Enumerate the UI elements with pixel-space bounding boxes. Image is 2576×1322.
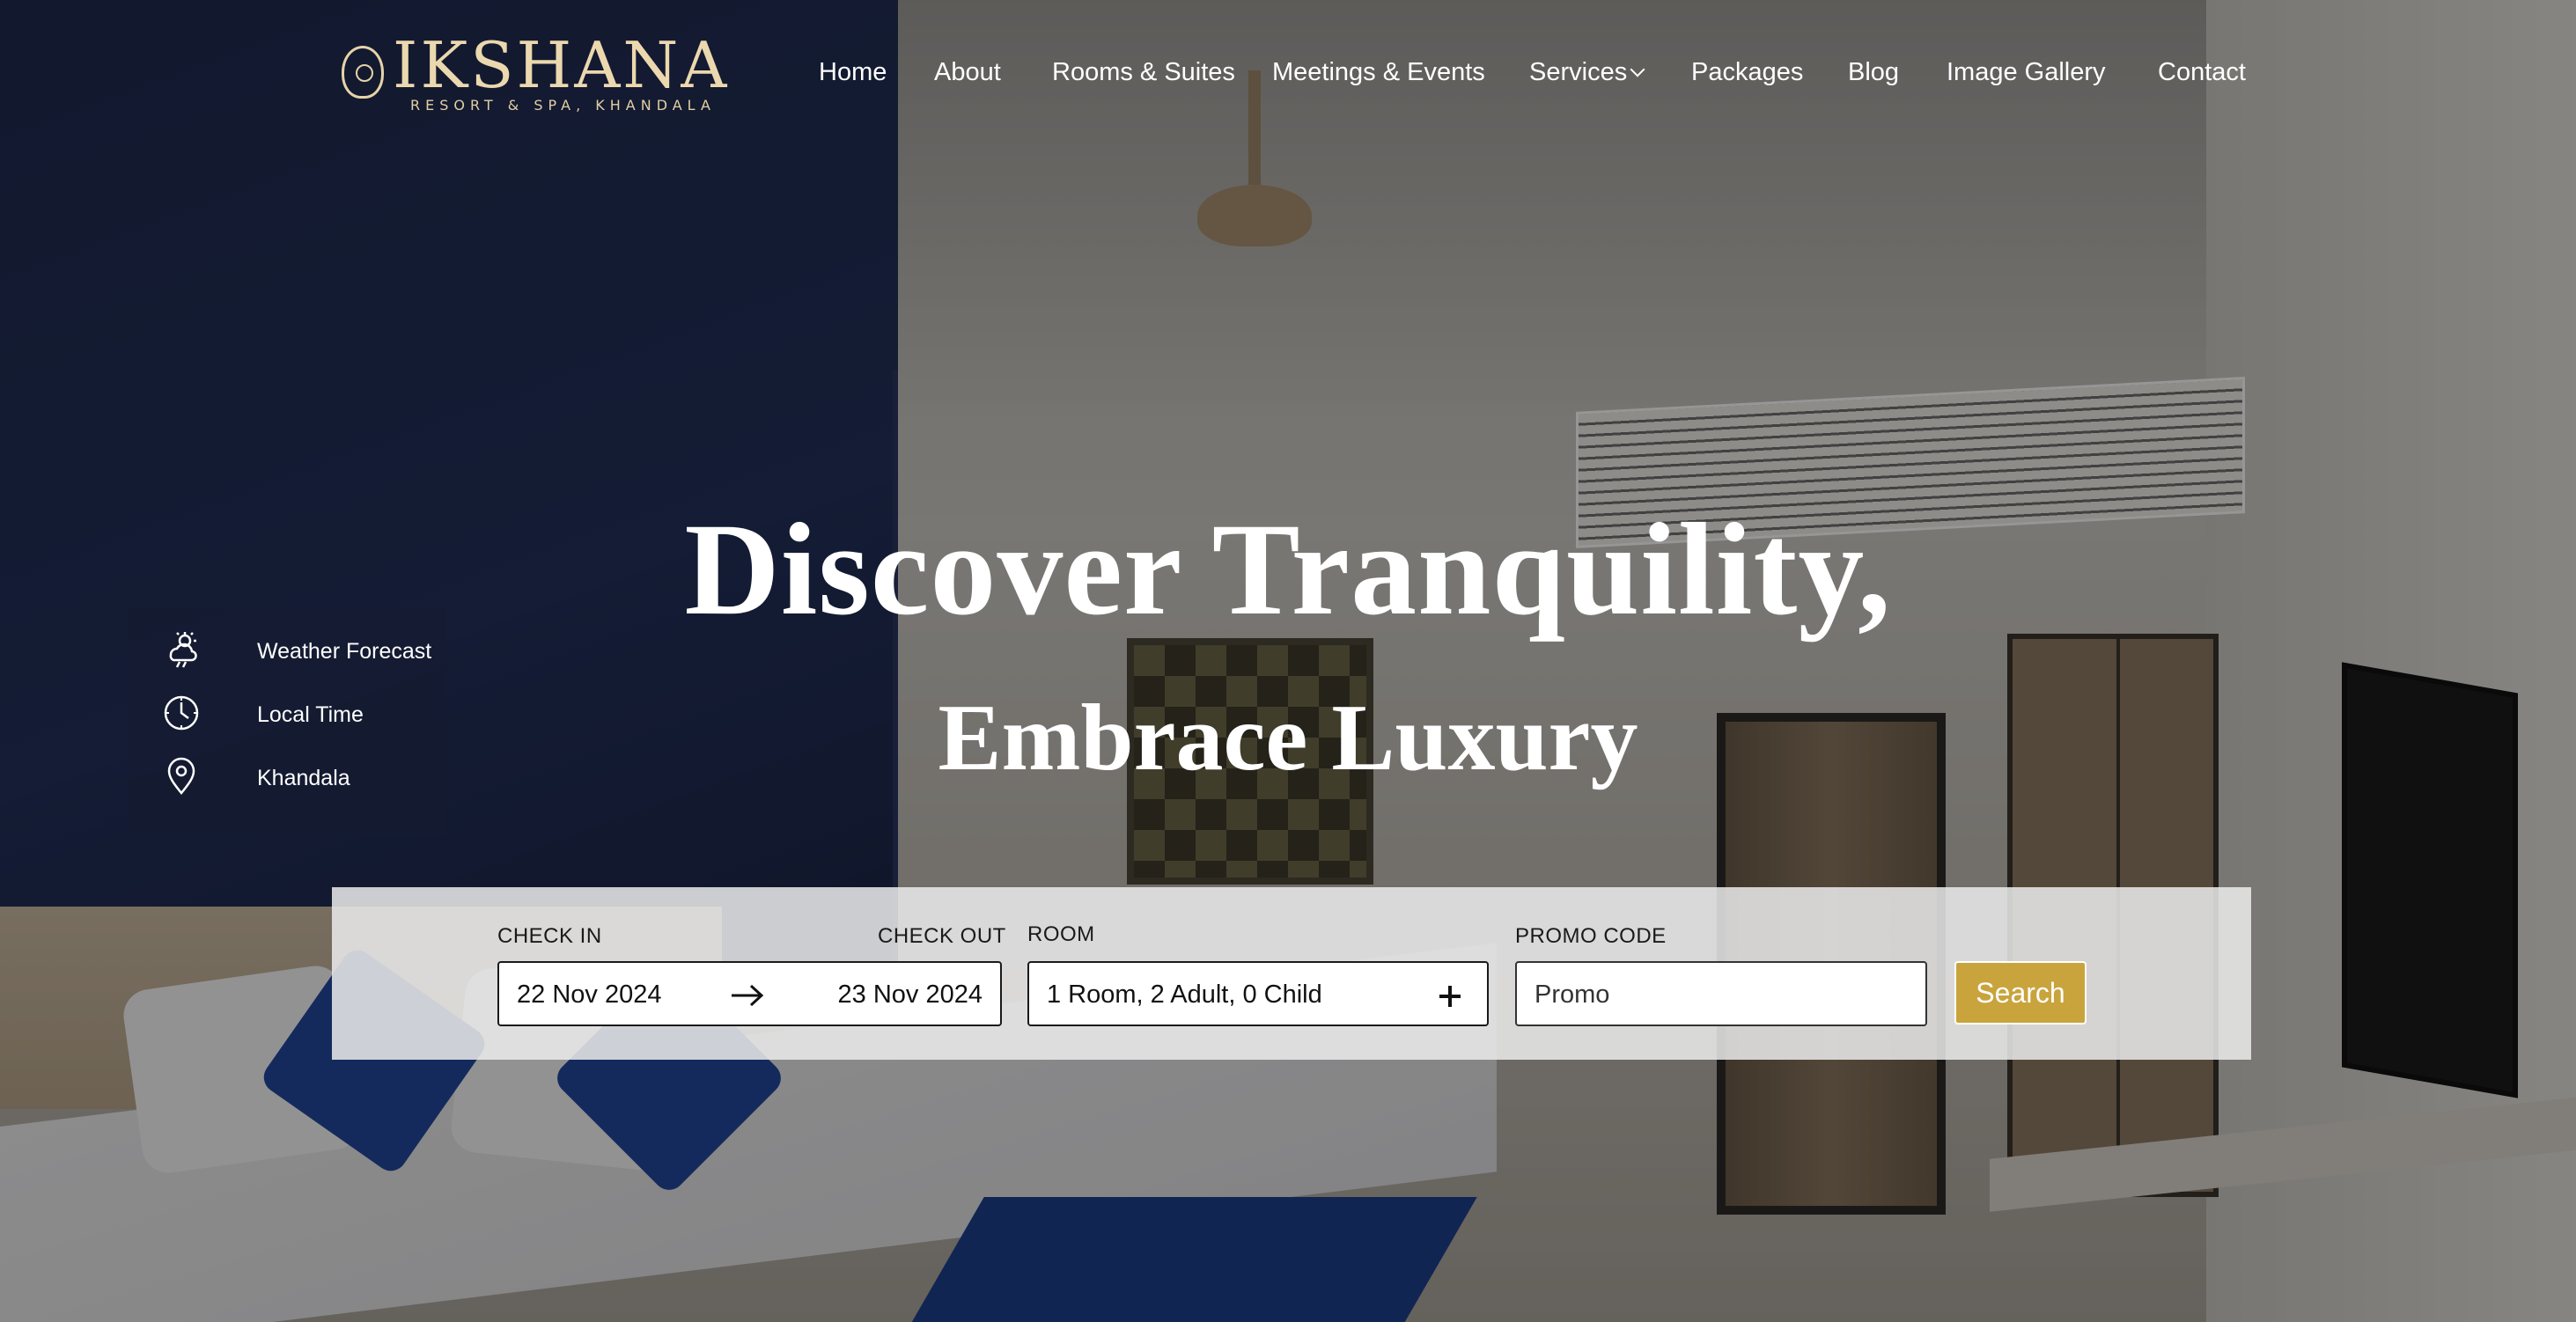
plus-icon[interactable] bbox=[1438, 984, 1462, 1009]
booking-bar: CHECK IN CHECK OUT 22 Nov 2024 23 Nov 20… bbox=[332, 887, 2251, 1060]
nav-item-image-gallery[interactable]: Image Gallery bbox=[1947, 58, 2106, 87]
date-range-field[interactable]: 22 Nov 2024 23 Nov 2024 bbox=[497, 961, 1002, 1026]
hero-subtitle: Embrace Luxury bbox=[938, 686, 1638, 790]
hero-title: Discover Tranquility, bbox=[684, 496, 1892, 643]
nav-item-about[interactable]: About bbox=[934, 58, 1001, 87]
search-button[interactable]: Search bbox=[1954, 961, 2087, 1025]
nav-item-services[interactable]: Services bbox=[1529, 58, 1645, 87]
nav-item-meetings-events[interactable]: Meetings & Events bbox=[1272, 58, 1485, 87]
nav-item-packages[interactable]: Packages bbox=[1691, 58, 1803, 87]
arrow-right-icon bbox=[732, 984, 764, 1007]
check-in-label: CHECK IN bbox=[497, 924, 602, 948]
check-out-value[interactable]: 23 Nov 2024 bbox=[838, 980, 983, 1010]
check-out-label: CHECK OUT bbox=[878, 924, 1006, 948]
promo-code-label: PROMO CODE bbox=[1515, 924, 1667, 948]
nav-item-contact[interactable]: Contact bbox=[2158, 58, 2246, 87]
nav-item-services-label: Services bbox=[1529, 58, 1628, 86]
logo-wordmark: IKSHANA bbox=[393, 28, 730, 102]
chevron-down-icon bbox=[1630, 62, 1645, 77]
brand-logo[interactable]: IKSHANA RESORT & SPA, KHANDALA bbox=[342, 33, 726, 118]
check-in-value[interactable]: 22 Nov 2024 bbox=[517, 980, 661, 1010]
nav-item-home[interactable]: Home bbox=[819, 58, 887, 87]
main-navigation: Home About Rooms & Suites Meetings & Eve… bbox=[819, 58, 2576, 97]
logo-emblem-icon bbox=[342, 46, 384, 99]
promo-code-input[interactable]: Promo bbox=[1515, 961, 1927, 1026]
weather-forecast-label: Weather Forecast bbox=[257, 639, 432, 664]
nav-item-blog[interactable]: Blog bbox=[1848, 58, 1899, 87]
room-guests-selector[interactable]: 1 Room, 2 Adult, 0 Child bbox=[1027, 961, 1489, 1026]
promo-code-placeholder: Promo bbox=[1535, 980, 1610, 1009]
room-label: ROOM bbox=[1027, 922, 1095, 946]
weather-icon bbox=[169, 632, 197, 668]
nav-item-rooms-suites[interactable]: Rooms & Suites bbox=[1052, 58, 1235, 87]
logo-tagline: RESORT & SPA, KHANDALA bbox=[410, 97, 716, 114]
room-guests-value: 1 Room, 2 Adult, 0 Child bbox=[1047, 980, 1322, 1009]
